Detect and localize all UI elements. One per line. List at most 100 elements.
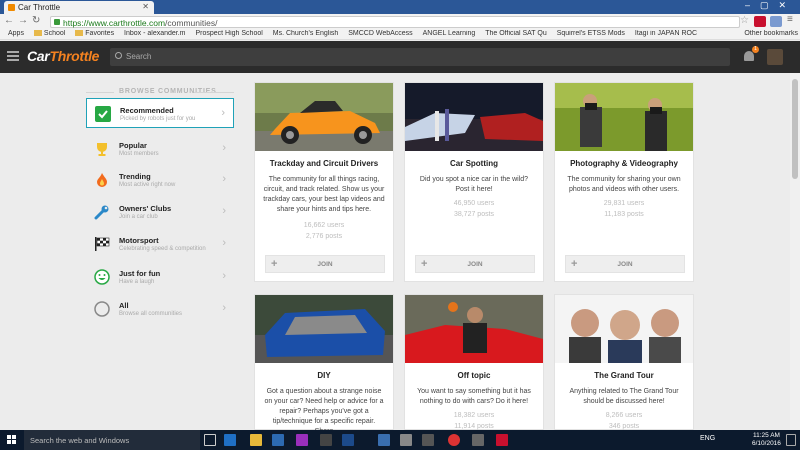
sidebar-item-label: Just for fun [119, 269, 161, 278]
chevron-right-icon: › [221, 107, 225, 119]
join-button[interactable]: + JOIN [265, 255, 385, 273]
extension-icon[interactable] [754, 16, 766, 27]
bookmarks-bar: Apps School Favorites Inbox - alexander.… [0, 30, 800, 40]
store-icon[interactable] [272, 434, 284, 446]
taskbar-clock[interactable]: 11:25 AM 6/10/2016 [752, 432, 781, 448]
action-center-icon[interactable] [786, 434, 796, 446]
app-icon[interactable] [320, 434, 332, 446]
app-icon[interactable] [342, 434, 354, 446]
community-users-count: 29,831 users [603, 200, 645, 207]
chevron-right-icon: › [222, 173, 226, 185]
edge-browser-icon[interactable] [224, 434, 236, 446]
community-title[interactable]: Photography & Videography [555, 159, 693, 168]
plus-icon: + [271, 258, 278, 270]
sidebar-item-all[interactable]: All Browse all communities › [86, 294, 234, 324]
community-title[interactable]: Car Spotting [405, 159, 543, 168]
bookmark-item[interactable]: Squirrel's ETSS Mods [557, 30, 625, 37]
chrome-menu-icon[interactable]: ≡ [787, 14, 793, 25]
plus-icon: + [421, 258, 428, 270]
notifications-bell-icon[interactable] [744, 51, 754, 61]
task-view-icon[interactable] [204, 434, 216, 446]
clock-date: 6/10/2016 [752, 440, 781, 447]
bookmark-item[interactable]: School [33, 30, 65, 37]
forward-arrow-icon[interactable]: → [18, 15, 28, 26]
app-icon[interactable] [422, 434, 434, 446]
chevron-right-icon: › [222, 205, 226, 217]
community-image [255, 295, 393, 363]
sidebar-item-motorsport[interactable]: Motorsport Celebrating speed & competiti… [86, 229, 234, 259]
sidebar-item-subtitle: Most active right now [119, 182, 176, 188]
app-icon[interactable] [472, 434, 484, 446]
windows-start-icon[interactable] [7, 435, 17, 445]
sidebar-item-owners-clubs[interactable]: Owners' Clubs Join a car club › [86, 197, 234, 227]
flame-icon [97, 173, 107, 187]
app-icon[interactable] [496, 434, 508, 446]
address-bar-row: ← → ↻ https://www.carthrottle.com/commun… [0, 14, 800, 30]
bookmark-item[interactable]: Other bookmarks [744, 30, 798, 37]
sidebar-item-recommended[interactable]: Recommended Picked by robots just for yo… [86, 98, 234, 128]
reload-icon[interactable]: ↻ [32, 15, 40, 26]
community-card-grand-tour[interactable]: The Grand Tour Anything related to The G… [554, 294, 694, 430]
sidebar-item-popular[interactable]: Popular Most members › [86, 134, 234, 164]
url-input[interactable]: https://www.carthrottle.com/communities/ [50, 16, 740, 28]
bookmark-item[interactable]: Itagi in JAPAN ROC [635, 30, 697, 37]
community-card-off-topic[interactable]: Off topic You want to say something but … [404, 294, 544, 430]
bookmark-item[interactable]: Favorites [75, 30, 114, 37]
check-icon [95, 106, 111, 122]
community-title[interactable]: The Grand Tour [555, 371, 693, 380]
close-tab-icon[interactable]: ✕ [142, 2, 149, 11]
community-users-count: 18,382 users [453, 412, 495, 419]
bookmark-item[interactable]: Prospect High School [195, 30, 262, 37]
community-title[interactable]: Off topic [405, 371, 543, 380]
bookmark-item[interactable]: SMCCD WebAccess [348, 30, 412, 37]
sidebar-item-trending[interactable]: Trending Most active right now › [86, 165, 234, 195]
bookmark-item[interactable]: Apps [8, 30, 24, 37]
page-scrollbar[interactable] [790, 73, 800, 430]
taskbar-search-input[interactable]: Search the web and Windows [24, 430, 200, 450]
sidebar-item-just-for-fun[interactable]: Just for fun Have a laugh › [86, 262, 234, 292]
lock-icon [54, 19, 60, 25]
browser-tab-strip: Car Throttle ✕ –▢✕ [0, 0, 800, 14]
join-button[interactable]: + JOIN [415, 255, 535, 273]
chevron-right-icon: › [222, 237, 226, 249]
user-avatar[interactable] [767, 49, 783, 65]
car-throttle-logo[interactable]: CarThrottle [27, 48, 99, 64]
extension-icon[interactable] [770, 16, 782, 27]
community-posts-count: 11,183 posts [604, 211, 644, 218]
bookmark-item[interactable]: Inbox - alexander.m [124, 30, 185, 37]
community-title[interactable]: DIY [255, 371, 393, 380]
tab-title: Car Throttle [18, 3, 61, 12]
community-card-car-spotting[interactable]: Car Spotting Did you spot a nice car in … [404, 82, 544, 282]
checkered-flag-icon [95, 237, 110, 251]
hamburger-menu-icon[interactable] [7, 51, 19, 61]
community-users-count: 16,662 users [303, 222, 345, 229]
app-icon[interactable] [400, 434, 412, 446]
bookmark-item[interactable]: Ms. Church's English [273, 30, 339, 37]
trophy-icon [97, 143, 107, 156]
app-icon[interactable] [296, 434, 308, 446]
scrollbar-thumb[interactable] [792, 79, 798, 179]
chevron-right-icon: › [222, 142, 226, 154]
file-explorer-icon[interactable] [250, 434, 262, 446]
community-card-trackday[interactable]: Trackday and Circuit Drivers The communi… [254, 82, 394, 282]
sidebar-item-label: Trending [119, 172, 151, 181]
community-card-diy[interactable]: DIY Got a question about a strange noise… [254, 294, 394, 435]
search-input[interactable]: Search [110, 48, 730, 66]
community-title[interactable]: Trackday and Circuit Drivers [255, 159, 393, 168]
language-indicator[interactable]: ENG [700, 435, 715, 442]
bookmark-star-icon[interactable]: ☆ [740, 15, 749, 26]
community-card-photography[interactable]: Photography & Videography The community … [554, 82, 694, 282]
app-icon[interactable] [378, 434, 390, 446]
bookmark-item[interactable]: The Official SAT Qu [485, 30, 546, 37]
bookmark-item[interactable]: ANGEL Learning [423, 30, 476, 37]
car-throttle-favicon [8, 4, 15, 11]
community-users-count: 46,950 users [453, 200, 495, 207]
window-controls[interactable]: –▢✕ [745, 0, 796, 11]
join-button[interactable]: + JOIN [565, 255, 685, 273]
wrench-icon [94, 205, 109, 220]
back-arrow-icon[interactable]: ← [4, 15, 14, 26]
chrome-icon[interactable] [448, 434, 460, 446]
community-image [555, 83, 693, 151]
community-description: Anything related to The Grand Tour shoul… [569, 388, 679, 405]
browser-tab[interactable]: Car Throttle ✕ [4, 1, 154, 14]
